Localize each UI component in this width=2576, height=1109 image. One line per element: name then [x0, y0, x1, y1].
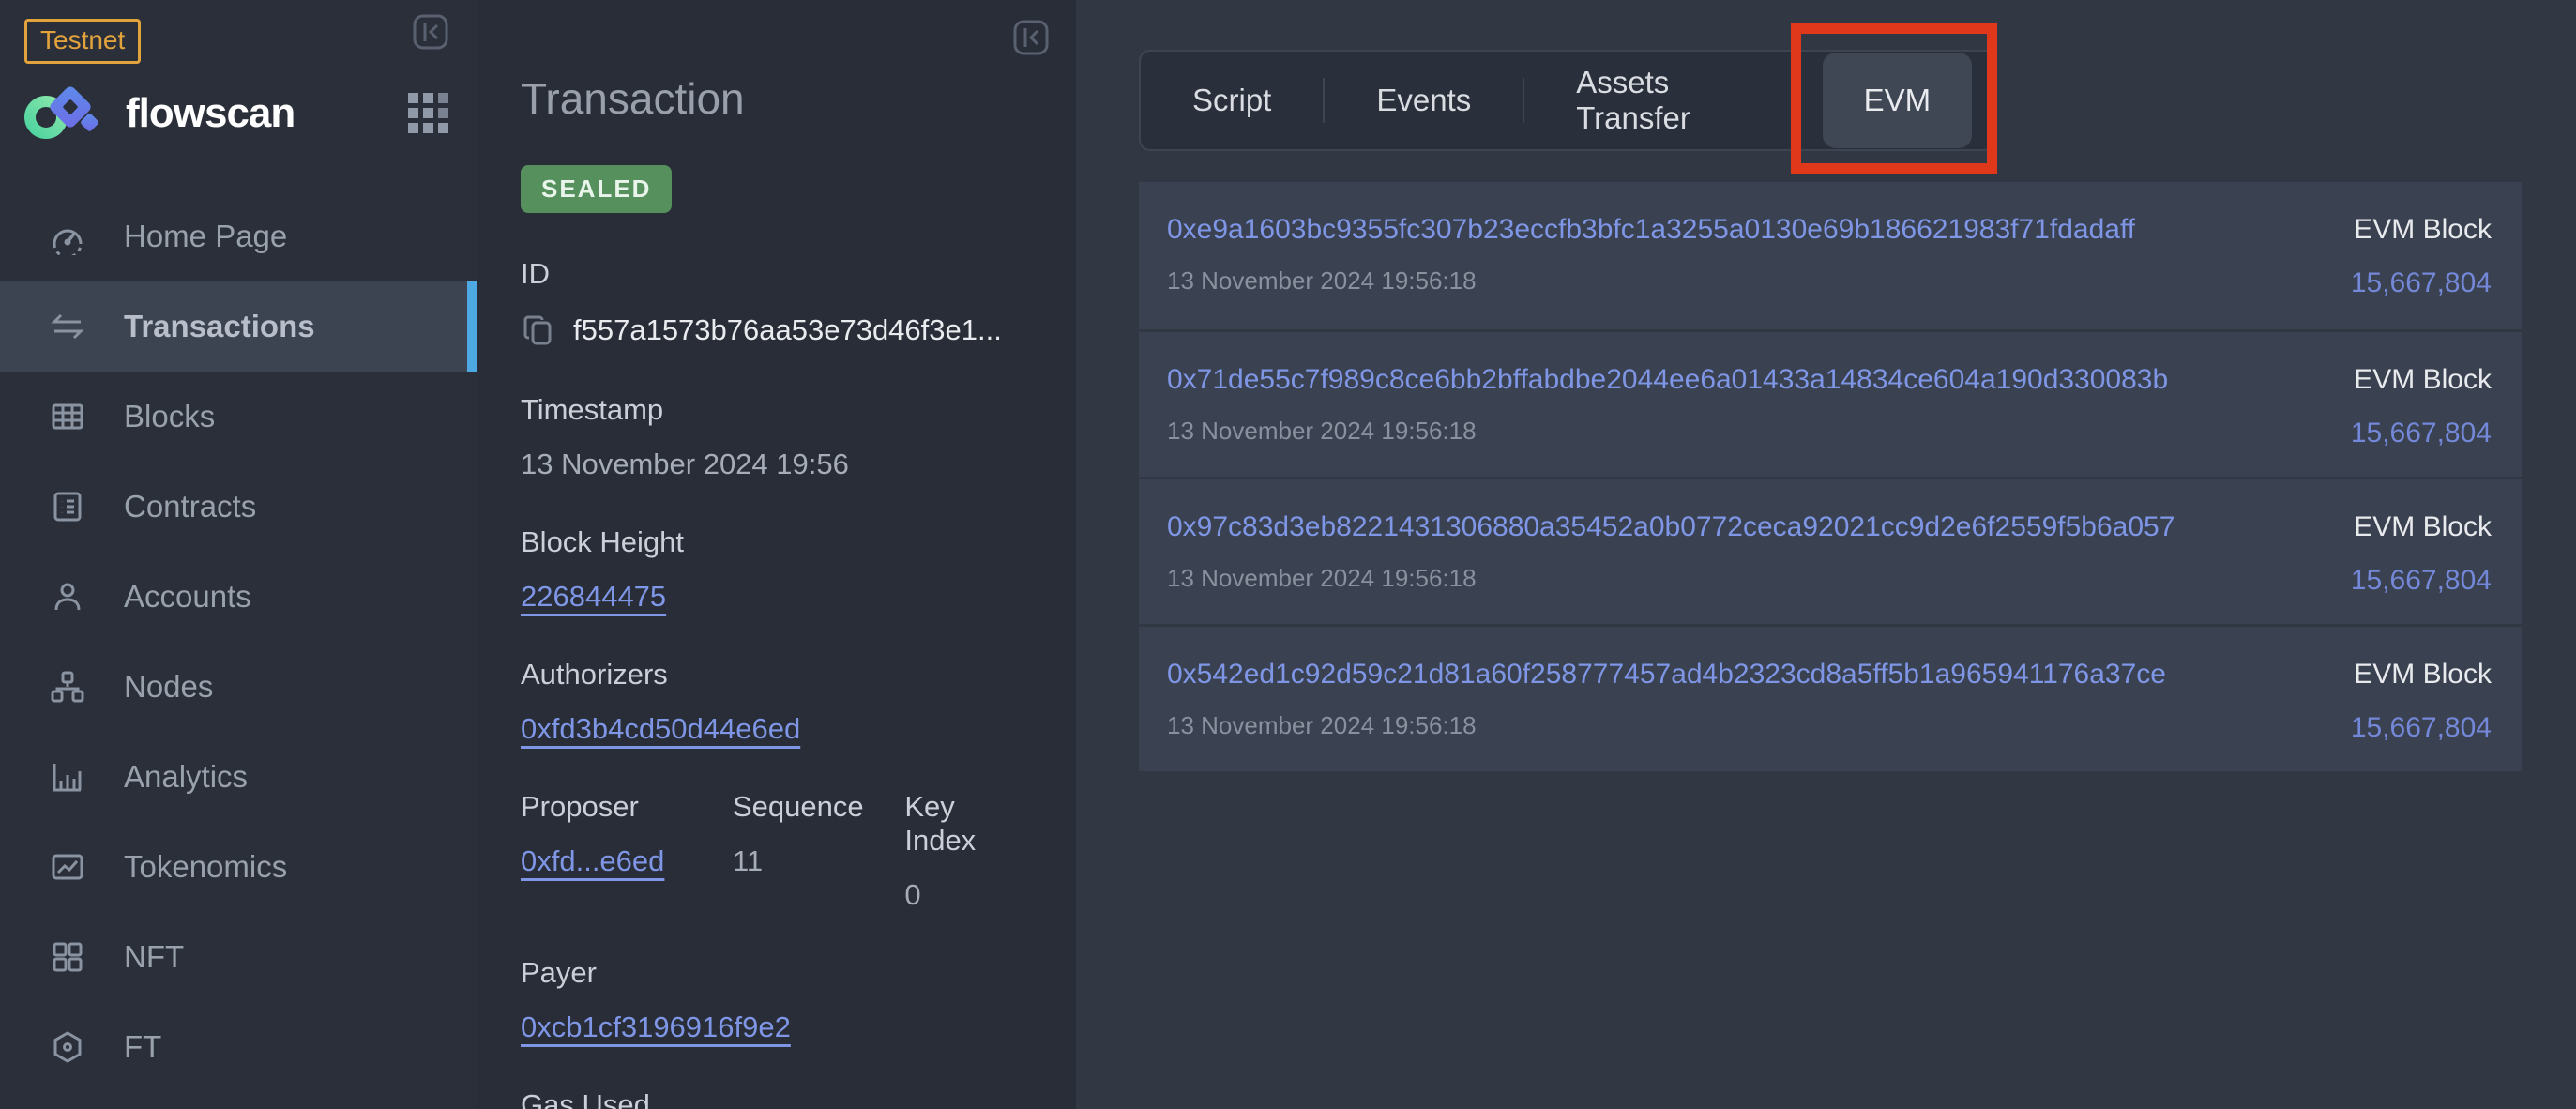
transaction-id-value: f557a1573b76aa53e73d46f3e1...	[573, 313, 1002, 347]
sequence-value: 11	[733, 844, 904, 878]
panel-collapse-icon[interactable]	[1012, 19, 1050, 56]
evm-tx-hash-link[interactable]: 0x542ed1c92d59c21d81a60f258777457ad4b232…	[1167, 659, 2166, 691]
evm-transaction-row[interactable]: 0x542ed1c92d59c21d81a60f258777457ad4b232…	[1139, 624, 2522, 771]
evm-block-label: EVM Block	[2351, 214, 2492, 246]
flowscan-logo-icon[interactable]	[24, 84, 105, 144]
authorizers-label: Authorizers	[521, 658, 1033, 691]
sidebar-item-tokenomics[interactable]: Tokenomics	[0, 822, 477, 912]
timestamp-label: Timestamp	[521, 393, 1033, 427]
transfer-arrows-icon	[49, 308, 86, 345]
evm-tx-hash-link[interactable]: 0xe9a1603bc9355fc307b23eccfb3bfc1a3255a0…	[1167, 214, 2135, 246]
sidebar-item-transactions[interactable]: Transactions	[0, 281, 477, 372]
key-index-value: 0	[904, 878, 1033, 912]
trend-chart-icon	[49, 848, 86, 886]
sidebar-item-home[interactable]: Home Page	[0, 191, 477, 281]
cube-icon	[49, 1028, 86, 1066]
sidebar-item-nodes[interactable]: Nodes	[0, 642, 477, 732]
field-payer: Payer 0xcb1cf3196916f9e2	[521, 956, 1033, 1044]
gas-used-label: Gas Used	[521, 1088, 1033, 1109]
nodes-hierarchy-icon	[49, 668, 86, 706]
sidebar-item-label: NFT	[124, 939, 184, 975]
evm-tx-hash-link[interactable]: 0x97c83d3eb8221431306880a35452a0b0772cec…	[1167, 511, 2174, 543]
copy-icon[interactable]	[521, 311, 558, 349]
proposer-link[interactable]: 0xfd...e6ed	[521, 844, 664, 877]
timestamp-value: 13 November 2024 19:56	[521, 448, 1033, 481]
sidebar-item-contracts[interactable]: Contracts	[0, 462, 477, 552]
blocks-grid-icon	[49, 398, 86, 435]
bar-chart-icon	[49, 758, 86, 796]
sequence-label: Sequence	[733, 790, 904, 824]
evm-block-number-link[interactable]: 15,667,804	[2351, 565, 2492, 597]
key-index-label: Key Index	[904, 790, 1033, 858]
field-authorizers: Authorizers 0xfd3b4cd50d44e6ed	[521, 658, 1033, 746]
evm-tx-timestamp: 13 November 2024 19:56:18	[1167, 266, 2135, 296]
sidebar-item-label: Tokenomics	[124, 849, 287, 885]
payer-label: Payer	[521, 956, 1033, 990]
gauge-icon	[49, 218, 86, 255]
field-proposer-row: Proposer 0xfd...e6ed Sequence 11 Key Ind…	[521, 790, 1033, 912]
tab-events[interactable]: Events	[1325, 52, 1523, 149]
sidebar-item-label: Transactions	[124, 309, 315, 344]
evm-block-number-link[interactable]: 15,667,804	[2351, 267, 2492, 299]
authorizer-link[interactable]: 0xfd3b4cd50d44e6ed	[521, 712, 800, 745]
sidebar-top: Testnet	[0, 0, 477, 60]
evm-block-number-link[interactable]: 15,667,804	[2351, 712, 2492, 744]
contract-document-icon	[49, 488, 86, 525]
sidebar-item-ft[interactable]: FT	[0, 1002, 477, 1092]
status-badge: SEALED	[521, 165, 672, 213]
evm-transaction-list: 0xe9a1603bc9355fc307b23eccfb3bfc1a3255a0…	[1139, 182, 2522, 771]
sidebar: Testnet	[0, 0, 477, 1109]
page-title: Transaction	[521, 73, 1033, 124]
sidebar-item-label: Home Page	[124, 219, 287, 254]
evm-tx-timestamp: 13 November 2024 19:56:18	[1167, 564, 2174, 593]
evm-tx-hash-link[interactable]: 0x71de55c7f989c8ce6bb2bffabdbe2044ee6a01…	[1167, 364, 2168, 396]
evm-tx-timestamp: 13 November 2024 19:56:18	[1167, 711, 2166, 740]
field-id: ID f557a1573b76aa53e73d46f3e1...	[521, 257, 1033, 349]
tab-bar: Script Events Assets Transfer EVM	[1139, 50, 1995, 151]
evm-tx-timestamp: 13 November 2024 19:56:18	[1167, 417, 2168, 446]
evm-transaction-row[interactable]: 0xe9a1603bc9355fc307b23eccfb3bfc1a3255a0…	[1139, 182, 2522, 329]
proposer-label: Proposer	[521, 790, 733, 824]
tab-evm[interactable]: EVM	[1823, 53, 1972, 148]
tab-script[interactable]: Script	[1141, 52, 1323, 149]
nft-grid-icon	[49, 938, 86, 976]
evm-block-label: EVM Block	[2351, 659, 2492, 691]
field-gas-used: Gas Used 301	[521, 1088, 1033, 1109]
evm-transaction-row[interactable]: 0x97c83d3eb8221431306880a35452a0b0772cec…	[1139, 477, 2522, 624]
main-content: Script Events Assets Transfer EVM 0xe9a1…	[1076, 0, 2576, 1109]
sidebar-item-nft[interactable]: NFT	[0, 912, 477, 1002]
sidebar-item-accounts[interactable]: Accounts	[0, 552, 477, 642]
sidebar-item-label: Blocks	[124, 399, 215, 434]
payer-link[interactable]: 0xcb1cf3196916f9e2	[521, 1010, 791, 1043]
sidebar-collapse-icon[interactable]	[412, 13, 449, 51]
evm-block-label: EVM Block	[2351, 364, 2492, 396]
field-timestamp: Timestamp 13 November 2024 19:56	[521, 393, 1033, 481]
sidebar-item-label: FT	[124, 1029, 161, 1065]
evm-block-number-link[interactable]: 15,667,804	[2351, 418, 2492, 449]
tab-assets-transfer[interactable]: Assets Transfer	[1524, 52, 1822, 149]
sidebar-item-label: Analytics	[124, 759, 248, 795]
block-height-label: Block Height	[521, 525, 1033, 559]
block-height-link[interactable]: 226844475	[521, 580, 666, 613]
sidebar-item-analytics[interactable]: Analytics	[0, 732, 477, 822]
sidebar-item-label: Accounts	[124, 579, 251, 615]
sidebar-item-blocks[interactable]: Blocks	[0, 372, 477, 462]
field-block-height: Block Height 226844475	[521, 525, 1033, 614]
id-label: ID	[521, 257, 1033, 291]
brand-row: flowscan	[0, 73, 477, 154]
sidebar-nav: Home Page Transactions Blocks	[0, 191, 477, 1092]
sidebar-item-label: Nodes	[124, 669, 213, 705]
sidebar-item-label: Contracts	[124, 489, 256, 524]
transaction-panel: Transaction SEALED ID f557a1573b76aa53e7…	[477, 0, 1076, 1109]
network-badge: Testnet	[24, 19, 141, 64]
apps-grid-icon[interactable]	[408, 93, 449, 134]
evm-block-label: EVM Block	[2351, 511, 2492, 543]
evm-transaction-row[interactable]: 0x71de55c7f989c8ce6bb2bffabdbe2044ee6a01…	[1139, 329, 2522, 477]
brand-name[interactable]: flowscan	[126, 90, 295, 137]
person-icon	[49, 578, 86, 615]
